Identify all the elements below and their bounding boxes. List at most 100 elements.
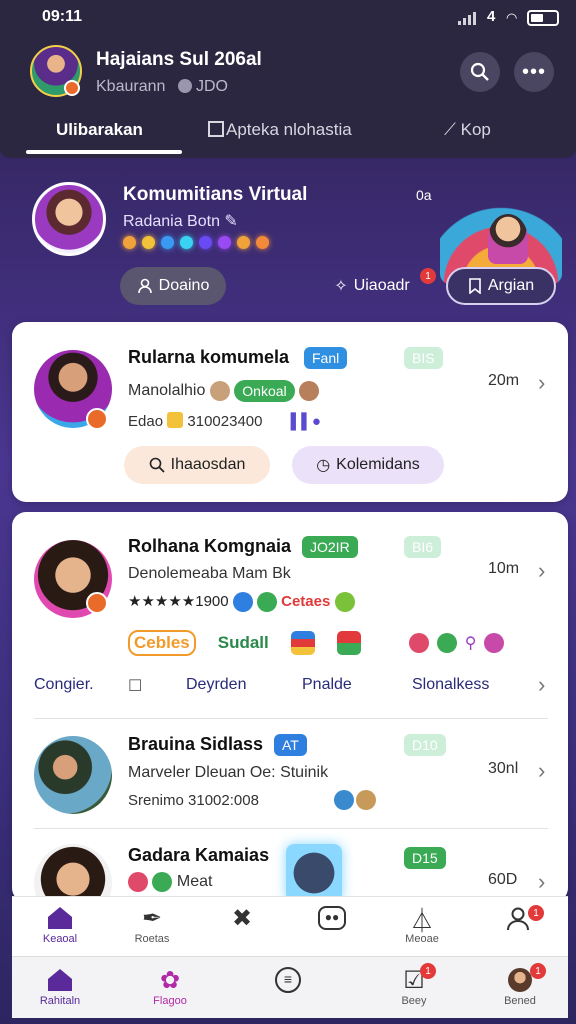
list-item-level-tag: BI6 [404,536,442,558]
pencil-icon: ✎ [224,213,238,230]
flower-icon: ✿ [159,966,181,994]
community-card[interactable]: Rularna komumela Fanl BIS Manolalhio Onk… [12,322,568,502]
link-pnalde[interactable]: Pnalde [302,676,352,694]
stack-icon [290,631,315,655]
status-time: 09:11 [42,8,83,25]
search-icon [470,62,489,81]
page-subtitle-extra: JDO [178,78,228,96]
tab-ulibarakan[interactable]: Ulibarakan [56,120,143,140]
chip-sudall[interactable]: Sudall [218,633,269,653]
list-item-title: Rolhana Komgnaia [128,536,292,556]
online-badge [86,408,108,430]
community-subtitle: Radania Botn ✎ [123,213,238,230]
sticker-icon: ⚲ [464,635,477,652]
interest-chips: Cebles Sudall ⚲ [128,630,505,656]
share-action-button[interactable]: ✧ Uiaoadr [322,267,422,305]
tools-icon: ✖ [231,904,253,932]
feather-icon: ✒ [141,904,163,932]
top-app-bar: 09:11 4 ◠ Hajaians Sul 206al Kbaurann JD… [0,0,576,158]
subnav-roetas[interactable]: ✒ Roetas [112,903,192,946]
chevron-right-icon[interactable]: › [538,869,545,895]
community-time: 0a [416,187,432,203]
tab-kop[interactable]: ⟋ Kop [444,120,491,140]
home-icon [46,903,74,933]
chat-icon[interactable]: ☐ [128,676,142,696]
follow-button[interactable]: Doaino [120,267,226,305]
card-tag: Fanl [304,347,348,369]
community-hero: Komumitians Virtual Radania Botn ✎ 0a Do… [0,160,576,320]
list-item-line1: Marveler Dleuan Oe: Stuinik [128,764,329,781]
card-level-tag: BIS [404,347,443,369]
divider [34,718,548,719]
subnav-home[interactable]: Keaoal [20,903,100,945]
wifi-icon: ◠ [506,10,518,25]
list-item-tag: AT [274,734,307,756]
tab-bar: Ulibarakan Apteka nlohastia ⟋ Kop [0,110,576,156]
person-icon [137,278,152,294]
page-title: Hajaians Sul 206al [96,49,262,70]
link-congier[interactable]: Congier. [34,676,94,694]
list-item-time: 60D [488,871,518,888]
list-item-line2: Srenimo 31002:008 [128,792,259,809]
chip-cebles[interactable]: Cebles [128,630,196,656]
sparkle-icon: ✧ [334,278,348,295]
avatar-icon [508,965,532,995]
game-icon: ●● [318,903,346,933]
chevron-right-icon[interactable]: › [538,370,545,396]
list-item-rating: ★★★★★1900 Cetaes [128,592,355,613]
subnav-profile[interactable] [478,903,558,933]
card-button-secondary[interactable]: ◷ Kolemidans [292,446,444,484]
link-deyrden[interactable]: Deyrden [186,676,246,694]
search-icon [149,457,165,473]
more-button[interactable]: ••• [514,52,554,92]
card-line1-tag: Onkoal [234,380,295,402]
status-bar: 09:11 4 ◠ [0,0,576,36]
leaf-icon: ⟋ [444,120,456,139]
profile-icon [505,903,531,933]
online-badge [86,592,108,614]
list-item-title: Gadara Kamaias [128,845,270,865]
phone-illustration [286,844,342,902]
bened-badge: 1 [530,963,546,979]
more-icon: ••• [521,60,546,83]
list-item-tag: JO2IR [302,536,358,558]
subnav-game[interactable]: ●● [292,903,372,933]
signal-icon [458,11,476,25]
beey-badge: 1 [420,963,436,979]
status-badge [64,80,80,96]
coin-icon [167,412,184,428]
profile-badge: 1 [528,905,544,921]
list-item-time: 30nl [488,760,519,777]
list-item-line1: Meat [128,872,212,892]
action-badge: 1 [420,268,436,284]
community-avatar[interactable] [32,182,106,256]
card-title: Rularna komumela [128,347,290,367]
card-button-primary[interactable]: Ihaaosdan [124,446,270,484]
bottom-nav-bar: Rahitaln ✿ Flagoo ≡ ☑ Beey 1 Bened 1 [12,956,568,1018]
list-icon: ≡ [275,965,301,995]
sticker-icon [484,633,505,653]
nav-beey[interactable]: ☑ Beey [374,965,454,1008]
card-time: 20m [488,372,520,389]
subnav-tools[interactable]: ✖ [202,903,282,933]
join-button[interactable]: Argian [446,267,556,305]
tab-apteka[interactable]: Apteka nlohastia [208,120,352,140]
quick-links: Congier. ☐ Deyrden Pnalde Slonalkess › [34,672,554,704]
tab-indicator [26,150,182,154]
nav-list[interactable]: ≡ [248,965,328,995]
search-button[interactable] [460,52,500,92]
nav-bened[interactable]: Bened [480,965,560,1007]
chevron-right-icon[interactable]: › [538,558,545,584]
card-line1: Manolalhio Onkoal [128,380,320,402]
network-label: 4 [487,8,496,25]
chevron-right-icon[interactable]: › [538,758,545,784]
nav-flagoo[interactable]: ✿ Flagoo [130,965,210,1008]
nav-home[interactable]: Rahitaln [20,965,100,1007]
chevron-right-icon[interactable]: › [538,672,545,698]
card-line2: Edao 310023400 ▌▌● [128,412,321,430]
subnav-meoae[interactable]: ⏃ Meoae [382,903,462,946]
stack-icon-2 [336,631,361,655]
sticker-icon [408,633,429,653]
member-photo [34,736,112,814]
link-slonalkess[interactable]: Slonalkess [412,676,489,694]
